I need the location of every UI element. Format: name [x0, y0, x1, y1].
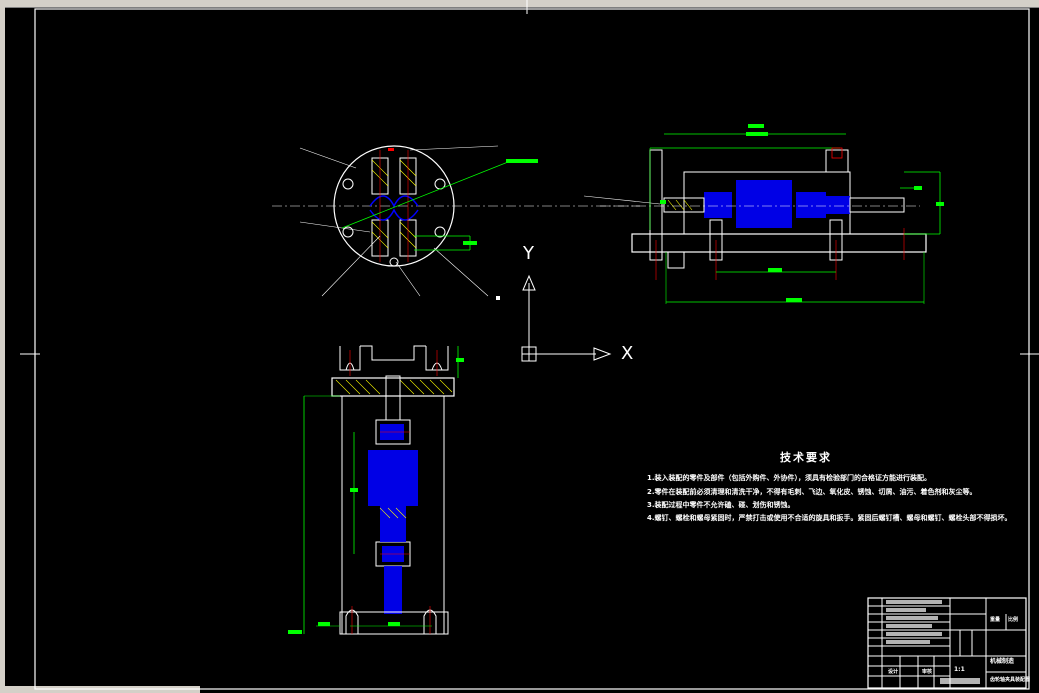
title-block-label-scale: 比例 — [1008, 617, 1019, 623]
drawing-border — [34, 8, 1030, 690]
tech-requirement-line: 3.装配过程中零件不允许磕、碰、划伤和锈蚀。 — [647, 501, 795, 509]
title-block-label-design: 设计 — [888, 669, 899, 675]
title-block-drawing-name: 齿轮轴夹具装配图 — [990, 677, 1031, 683]
ucs-x-label: X — [621, 343, 634, 364]
tech-requirements-title: 技术要求 — [780, 451, 832, 464]
ucs-icon — [521, 274, 612, 362]
title-block-ratio: 1:1 — [954, 666, 965, 673]
title-block-school: 机械制造 — [990, 658, 1015, 665]
plan-view — [288, 345, 464, 635]
front-view-circle — [272, 145, 640, 300]
tech-requirement-line: 1.装入装配的零件及部件（包括外购件、外协件），须具有检验部门的合格证方能进行装… — [647, 474, 932, 482]
cad-drawing-canvas[interactable] — [0, 0, 1039, 693]
title-block-label-review: 审核 — [922, 669, 933, 675]
title-block-label-weight: 重量 — [990, 617, 1001, 623]
side-view — [583, 124, 944, 304]
tech-requirement-line: 2.零件在装配前必须清理和清洗干净，不得有毛刺、飞边、氧化皮、锈蚀、切屑、油污、… — [647, 488, 977, 496]
tech-requirement-line: 4.螺钉、螺栓和螺母紧固时，严禁打击或使用不合适的旋具和扳手。紧固后螺钉槽、螺母… — [647, 514, 1012, 522]
ucs-y-label: Y — [523, 243, 534, 264]
